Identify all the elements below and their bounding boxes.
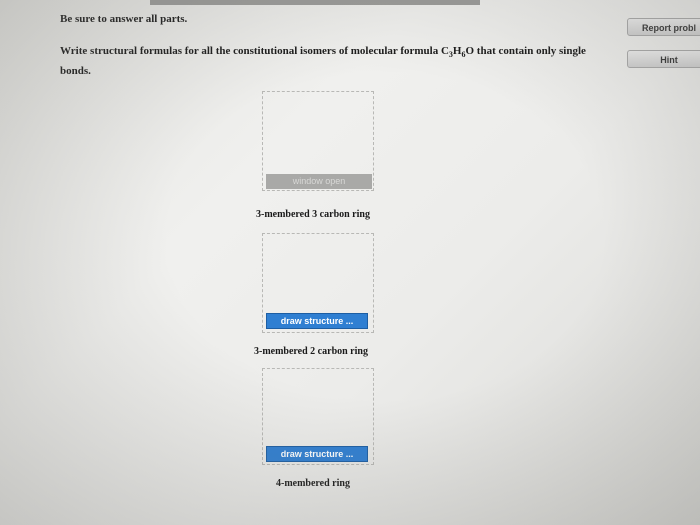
top-window-bar bbox=[150, 0, 480, 5]
hint-button[interactable]: Hint bbox=[627, 50, 700, 68]
draw-structure-button-3[interactable]: draw structure ... bbox=[266, 446, 368, 462]
report-problem-button[interactable]: Report probl bbox=[627, 18, 700, 36]
instructions-text: Be sure to answer all parts. bbox=[60, 13, 188, 25]
part-3-caption: 4-membered ring bbox=[276, 478, 350, 489]
part-2-caption: 3-membered 2 carbon ring bbox=[254, 346, 368, 357]
draw-structure-button-2[interactable]: draw structure ... bbox=[266, 313, 368, 329]
window-open-button: window open bbox=[266, 174, 372, 189]
question-text-start: Write structural formulas for all the co… bbox=[60, 45, 449, 57]
part-1-caption: 3-membered 3 carbon ring bbox=[256, 209, 370, 220]
question-text: Write structural formulas for all the co… bbox=[60, 43, 600, 79]
